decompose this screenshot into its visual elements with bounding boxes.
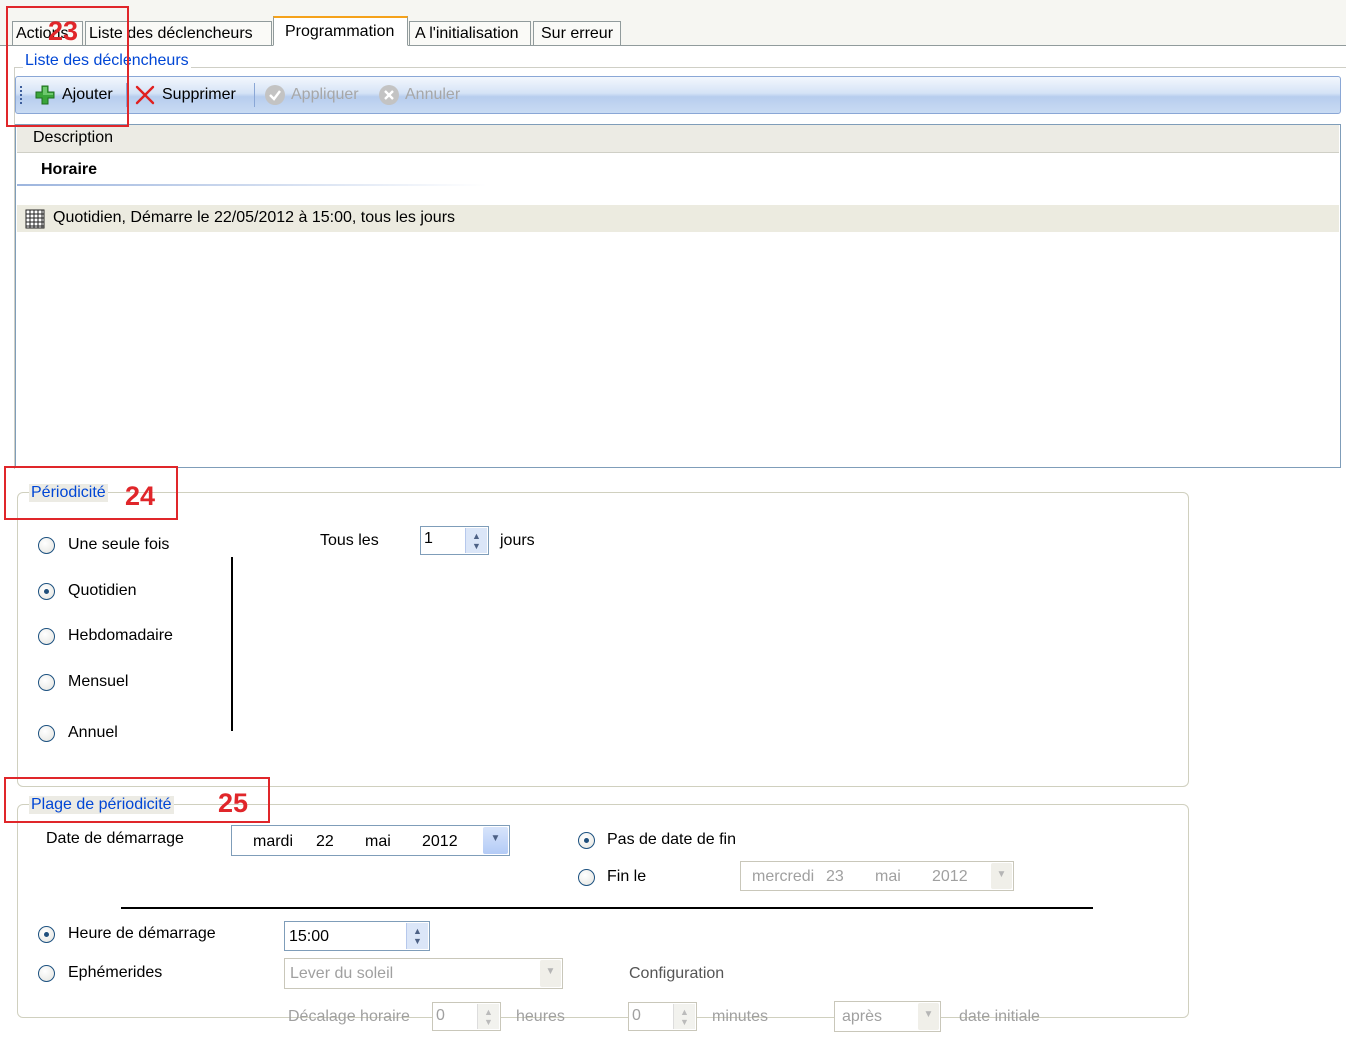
stepper-buttons[interactable]: ▲ ▼ [673, 1004, 695, 1029]
periodicity-group [17, 492, 1189, 787]
stepper-buttons[interactable]: ▲ ▼ [477, 1004, 499, 1029]
ephemeris-value: Lever du soleil [290, 965, 394, 982]
radio-once[interactable] [38, 537, 55, 554]
annotation-number-23: 23 [48, 16, 79, 46]
radio-selected-dot [44, 932, 49, 937]
radio-selected-dot [44, 589, 49, 594]
triggers-toolbar: Ajouter Supprimer Appliquer Annuler [15, 76, 1341, 114]
offset-hours-stepper[interactable]: 0 ▲ ▼ [432, 1002, 501, 1031]
tab-label: A l'initialisation [415, 25, 519, 42]
stepper-buttons[interactable]: ▲ ▼ [465, 528, 487, 553]
every-days-stepper[interactable]: 1 ▲ ▼ [420, 526, 489, 555]
every-unit-label: jours [500, 532, 535, 549]
minutes-label: minutes [712, 1008, 769, 1025]
delete-label: Supprimer [162, 86, 236, 103]
no-end-date-label: Pas de date de fin [607, 831, 736, 848]
tab-programmation[interactable]: Programmation [273, 16, 408, 46]
relation-value: après [842, 1008, 883, 1025]
offset-label: Décalage horaire [288, 1008, 410, 1025]
end-date-month: mai [875, 868, 901, 885]
tab-label: Sur erreur [541, 25, 614, 42]
radio-start-time[interactable] [38, 926, 55, 943]
group-border [14, 67, 1346, 68]
annotation-number-25: 25 [218, 788, 249, 818]
radio-weekly-label: Hebdomadaire [68, 627, 173, 644]
chevron-down-icon[interactable]: ▼ [540, 960, 561, 987]
table-row[interactable]: Quotidien, Démarre le 22/05/2012 à 15:00… [17, 205, 1339, 232]
apply-label: Appliquer [291, 86, 359, 103]
chevron-down-icon[interactable]: ▼ [991, 863, 1012, 889]
range-group [17, 804, 1189, 1018]
offset-hours-value: 0 [436, 1007, 445, 1024]
tab-on-error[interactable]: Sur erreur [533, 21, 621, 45]
column-header-description[interactable]: Description [33, 129, 113, 147]
radio-selected-dot [584, 838, 589, 843]
annotation-number-24: 24 [125, 481, 156, 511]
end-date-year: 2012 [932, 868, 968, 885]
cancel-icon [379, 85, 399, 105]
toolbar-separator [254, 83, 255, 107]
configuration-label: Configuration [629, 965, 725, 982]
initial-date-label: date initiale [959, 1008, 1040, 1025]
end-on-label: Fin le [607, 868, 647, 885]
radio-yearly-label: Annuel [68, 724, 118, 741]
tab-bar: Actions Liste des déclencheurs Programma… [0, 0, 1346, 46]
ephemeris-select[interactable]: Lever du soleil ▼ [284, 958, 563, 989]
radio-no-end-date[interactable] [578, 832, 595, 849]
grid-group-header: Horaire [41, 161, 98, 178]
check-icon [265, 85, 285, 105]
ephemeris-label: Ephémerides [68, 964, 163, 981]
tab-initialisation[interactable]: A l'initialisation [409, 21, 531, 45]
radio-monthly[interactable] [38, 674, 55, 691]
tab-label: Programmation [285, 23, 395, 40]
cancel-label: Annuler [405, 86, 461, 103]
radio-daily-label: Quotidien [68, 582, 137, 599]
chevron-down-icon[interactable]: ▼ [918, 1003, 939, 1030]
group-underline [17, 184, 487, 186]
radio-ephemeris[interactable] [38, 965, 55, 982]
end-date-day: 23 [826, 868, 844, 885]
offset-minutes-stepper[interactable]: 0 ▲ ▼ [628, 1002, 697, 1031]
radio-daily[interactable] [38, 583, 55, 600]
trigger-grid[interactable] [15, 124, 1341, 468]
chevron-down-icon[interactable]: ▼ [483, 827, 508, 854]
start-date-year: 2012 [422, 833, 458, 850]
every-days-value: 1 [424, 530, 433, 547]
radio-monthly-label: Mensuel [68, 673, 129, 690]
start-date-weekday: mardi [253, 833, 294, 850]
grid-header: Description [17, 125, 1339, 153]
start-time-stepper[interactable]: 15:00 ▲ ▼ [284, 921, 430, 951]
end-date-weekday: mercredi [752, 868, 815, 885]
relation-select[interactable]: après ▼ [834, 1001, 941, 1032]
radio-once-label: Une seule fois [68, 536, 170, 553]
start-time-label: Heure de démarrage [68, 925, 216, 942]
vertical-divider [231, 557, 233, 731]
start-time-value: 15:00 [289, 928, 330, 945]
end-date-picker[interactable]: mercredi 23 mai 2012 ▼ [740, 861, 1014, 891]
radio-yearly[interactable] [38, 725, 55, 742]
start-date-label: Date de démarrage [46, 830, 184, 847]
hours-label: heures [516, 1008, 565, 1025]
horizontal-divider [121, 907, 1093, 909]
radio-end-on[interactable] [578, 869, 595, 886]
every-label: Tous les [320, 532, 379, 549]
radio-weekly[interactable] [38, 628, 55, 645]
start-date-picker[interactable]: mardi 22 mai 2012 ▼ [231, 825, 510, 856]
start-date-day: 22 [316, 833, 334, 850]
start-date-month: mai [365, 833, 391, 850]
row-description: Quotidien, Démarre le 22/05/2012 à 15:00… [53, 209, 456, 226]
close-icon [135, 85, 155, 105]
offset-minutes-value: 0 [632, 1007, 641, 1024]
calendar-icon [25, 209, 45, 229]
stepper-buttons[interactable]: ▲ ▼ [406, 923, 428, 949]
